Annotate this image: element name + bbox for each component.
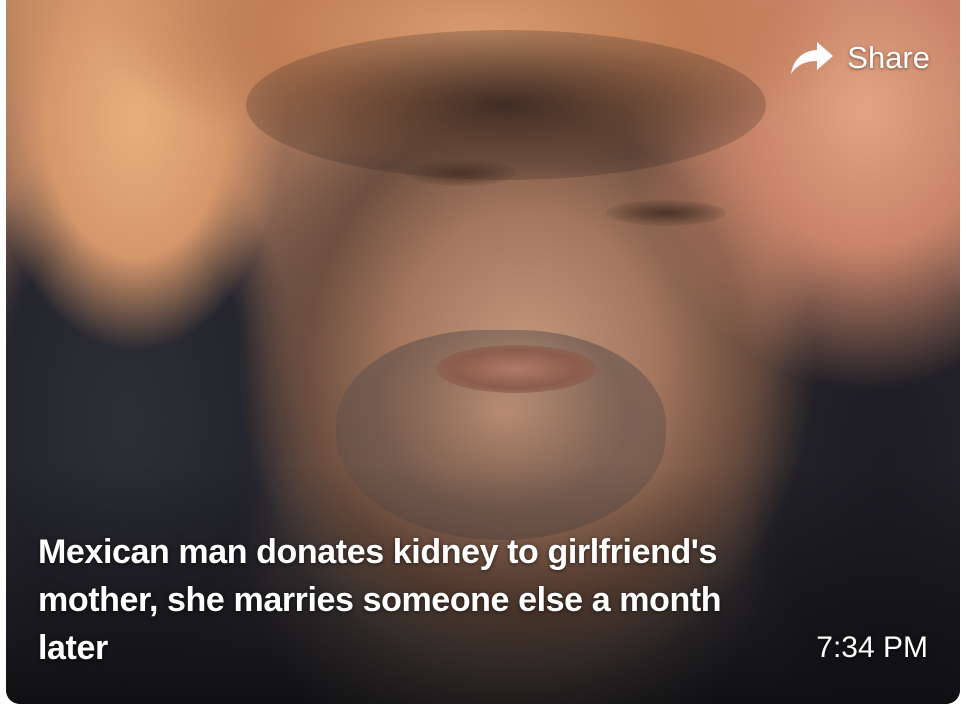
news-card[interactable]: Share Mexican man donates kidney to girl…	[6, 0, 960, 704]
image-eye-right	[606, 200, 726, 226]
share-label: Share	[847, 40, 930, 75]
image-hat-shadow	[246, 30, 766, 180]
headline[interactable]: Mexican man donates kidney to girlfriend…	[38, 528, 798, 672]
image-eye-left	[406, 160, 516, 186]
timestamp: 7:34 PM	[816, 631, 928, 664]
image-mouth	[436, 345, 596, 393]
share-arrow-icon	[789, 38, 835, 78]
share-button[interactable]: Share	[789, 38, 930, 78]
